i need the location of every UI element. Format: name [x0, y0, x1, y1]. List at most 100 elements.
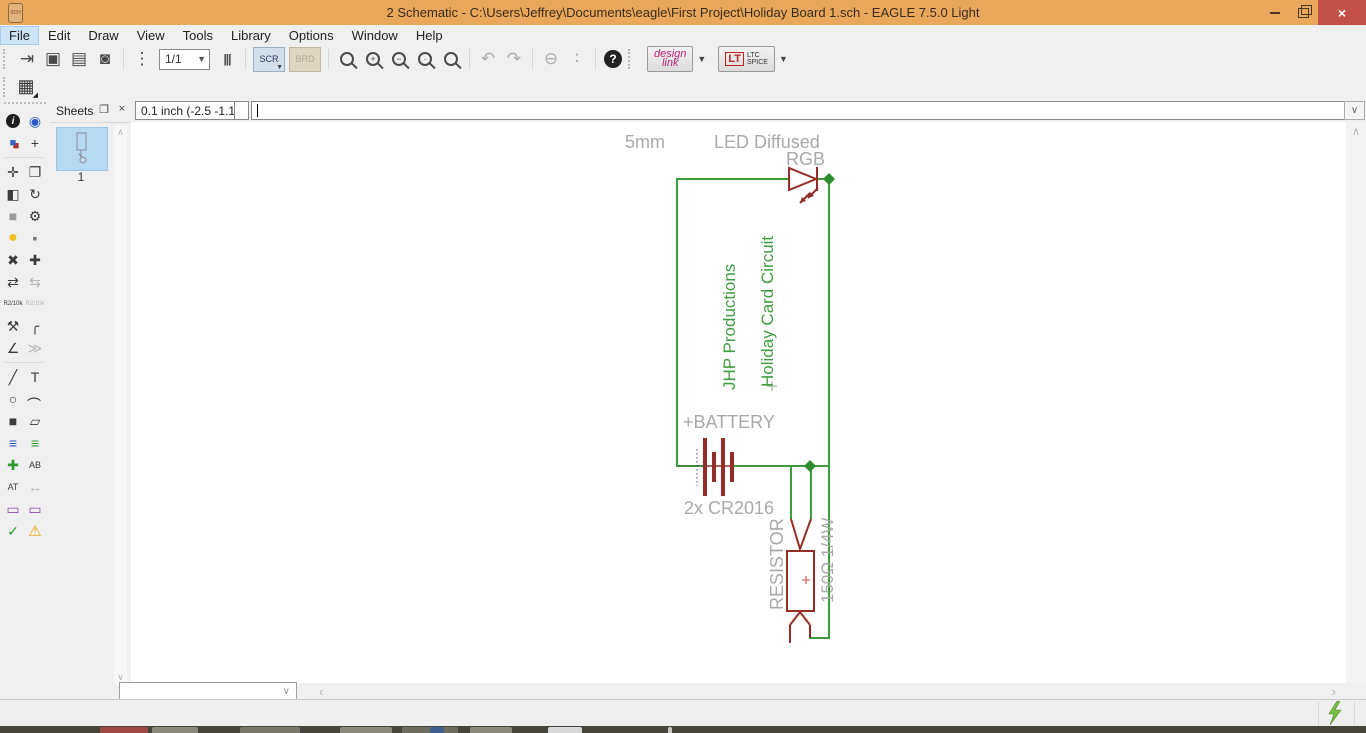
export-image-button[interactable]: ◙: [93, 47, 117, 71]
junction-dots[interactable]: [804, 173, 835, 472]
tool-junction[interactable]: ✚: [2, 454, 24, 476]
led-labels[interactable]: 5mm LED Diffused RGB: [625, 132, 825, 169]
tool-split[interactable]: ∠: [2, 337, 24, 359]
battery-name-label[interactable]: +BATTERY: [683, 412, 775, 432]
sheet-thumbnail-1[interactable]: [56, 127, 108, 171]
tool-arc[interactable]: (: [24, 388, 46, 410]
led-type-label2[interactable]: RGB: [786, 149, 825, 169]
horizontal-scrollbar[interactable]: ∨ ‹ ›: [119, 682, 1346, 702]
designlink-dropdown-icon[interactable]: ▼: [697, 54, 706, 64]
command-history-dropdown[interactable]: ∨: [1344, 101, 1365, 120]
consistency-bolt-icon[interactable]: [1326, 701, 1344, 725]
battery-value-label[interactable]: 2x CR2016: [684, 498, 774, 518]
tool-erc[interactable]: ✓: [2, 520, 24, 542]
vertical-scrollbar[interactable]: ∧: [1346, 122, 1366, 683]
zoom-redraw-button[interactable]: [439, 47, 463, 71]
tool-invoke[interactable]: ≫: [24, 337, 46, 359]
tool-attribute[interactable]: AT: [2, 476, 24, 498]
zoom-fit-button[interactable]: [335, 47, 359, 71]
brand-labels[interactable]: JHP Productions Holiday Card Circuit: [720, 236, 777, 390]
menu-view[interactable]: View: [128, 26, 174, 45]
tool-net[interactable]: ≡: [24, 432, 46, 454]
scroll-up-icon[interactable]: ∧: [114, 127, 127, 138]
tool-pinswap[interactable]: ⇄: [2, 271, 24, 293]
tool-move[interactable]: ✛: [2, 161, 24, 183]
resistor-name-label[interactable]: RESISTOR: [767, 518, 787, 610]
sheet-selector[interactable]: 1/1 ▼: [159, 48, 210, 70]
layer-settings-button[interactable]: |||: [215, 47, 239, 71]
tool-change[interactable]: ⚙: [24, 205, 46, 227]
sheets-float-button[interactable]: ❐: [99, 103, 109, 116]
brd-board-button[interactable]: BRD: [289, 46, 321, 72]
led-symbol[interactable]: [788, 166, 819, 204]
tool-name[interactable]: R2/10k: [2, 293, 24, 315]
tool-text[interactable]: T: [24, 366, 46, 388]
taskbar-button-fragment[interactable]: [470, 727, 512, 733]
tool-rect[interactable]: ■: [2, 410, 24, 432]
go-button[interactable]: ∶: [565, 47, 589, 71]
help-button[interactable]: ?: [604, 50, 622, 68]
grid-button[interactable]: ▦ ◢: [14, 76, 38, 99]
taskbar-button-fragment[interactable]: [430, 727, 444, 733]
tool-smash[interactable]: ⚒: [2, 315, 24, 337]
taskbar-button-fragment[interactable]: [548, 727, 582, 733]
menu-options[interactable]: Options: [280, 26, 343, 45]
tool-group[interactable]: ■: [2, 205, 24, 227]
print-button[interactable]: ▤: [67, 47, 91, 71]
scr-script-button[interactable]: SCR ▼: [253, 46, 285, 72]
tool-value[interactable]: R2/10k: [24, 293, 46, 315]
save-button[interactable]: ▣: [41, 47, 65, 71]
tool-frame[interactable]: ▭: [2, 498, 24, 520]
taskbar-button-fragment[interactable]: [340, 727, 392, 733]
stop-button[interactable]: ⊖: [539, 47, 563, 71]
close-button[interactable]: ×: [1318, 0, 1366, 25]
tool-polygon[interactable]: ▱: [24, 410, 46, 432]
tool-rotate[interactable]: ↻: [24, 183, 46, 205]
resistor-labels[interactable]: RESISTOR 150Ω 1/4W: [767, 518, 837, 610]
tool-show[interactable]: ◉: [24, 110, 46, 132]
tool-gateswap[interactable]: ⇆: [24, 271, 46, 293]
tool-paste[interactable]: ▪: [24, 227, 46, 249]
tool-mirror[interactable]: ◧: [2, 183, 24, 205]
schematic-canvas[interactable]: 5mm LED Diffused RGB JHP Productions Hol…: [131, 122, 1346, 683]
zoom-select-button[interactable]: ·: [413, 47, 437, 71]
tool-frame2[interactable]: ▭: [24, 498, 46, 520]
open-button[interactable]: ⇥: [15, 47, 39, 71]
scroll-left-icon[interactable]: ‹: [319, 684, 323, 699]
menu-draw[interactable]: Draw: [79, 26, 127, 45]
menu-library[interactable]: Library: [222, 26, 280, 45]
tool-display-layers[interactable]: ■: [2, 132, 24, 154]
ltcspice-dropdown-icon[interactable]: ▼: [779, 54, 788, 64]
redo-button[interactable]: ↷: [502, 47, 526, 71]
menu-window[interactable]: Window: [343, 26, 407, 45]
led-size-label[interactable]: 5mm: [625, 132, 665, 152]
menu-tools[interactable]: Tools: [174, 26, 222, 45]
taskbar-button-fragment[interactable]: [100, 727, 148, 733]
undo-button[interactable]: ↶: [476, 47, 500, 71]
tool-mark[interactable]: +: [24, 132, 46, 154]
tool-bus[interactable]: ≡: [2, 432, 24, 454]
resistor-symbol[interactable]: [786, 518, 815, 643]
ltcspice-button[interactable]: LT LTC SPICE: [718, 46, 775, 72]
menu-help[interactable]: Help: [407, 26, 452, 45]
tool-dimension[interactable]: ↔: [24, 476, 46, 498]
zoom-in-button[interactable]: +: [361, 47, 385, 71]
resistor-value-label[interactable]: 150Ω 1/4W: [818, 518, 837, 603]
tool-copy[interactable]: ❐: [24, 161, 46, 183]
scroll-right-icon[interactable]: ›: [1332, 684, 1336, 699]
brand-line2[interactable]: Holiday Card Circuit: [758, 236, 777, 387]
tool-errors[interactable]: ⚠: [24, 520, 46, 542]
tool-cut[interactable]: ●: [2, 227, 24, 249]
tool-add[interactable]: ✚: [24, 249, 46, 271]
designlink-button[interactable]: design link: [647, 46, 694, 72]
scroll-up-icon[interactable]: ∧: [1346, 125, 1366, 138]
toolbar-handle[interactable]: [3, 49, 9, 69]
use-library-button[interactable]: ⋮: [130, 47, 154, 71]
minimize-button[interactable]: [1260, 0, 1289, 25]
menu-edit[interactable]: Edit: [39, 26, 79, 45]
battery-symbol[interactable]: [703, 438, 734, 496]
sheets-close-button[interactable]: ×: [119, 103, 125, 115]
tool-label[interactable]: AB: [24, 454, 46, 476]
taskbar-button-fragment[interactable]: [668, 727, 672, 733]
tool-miter[interactable]: ╭: [24, 315, 46, 337]
